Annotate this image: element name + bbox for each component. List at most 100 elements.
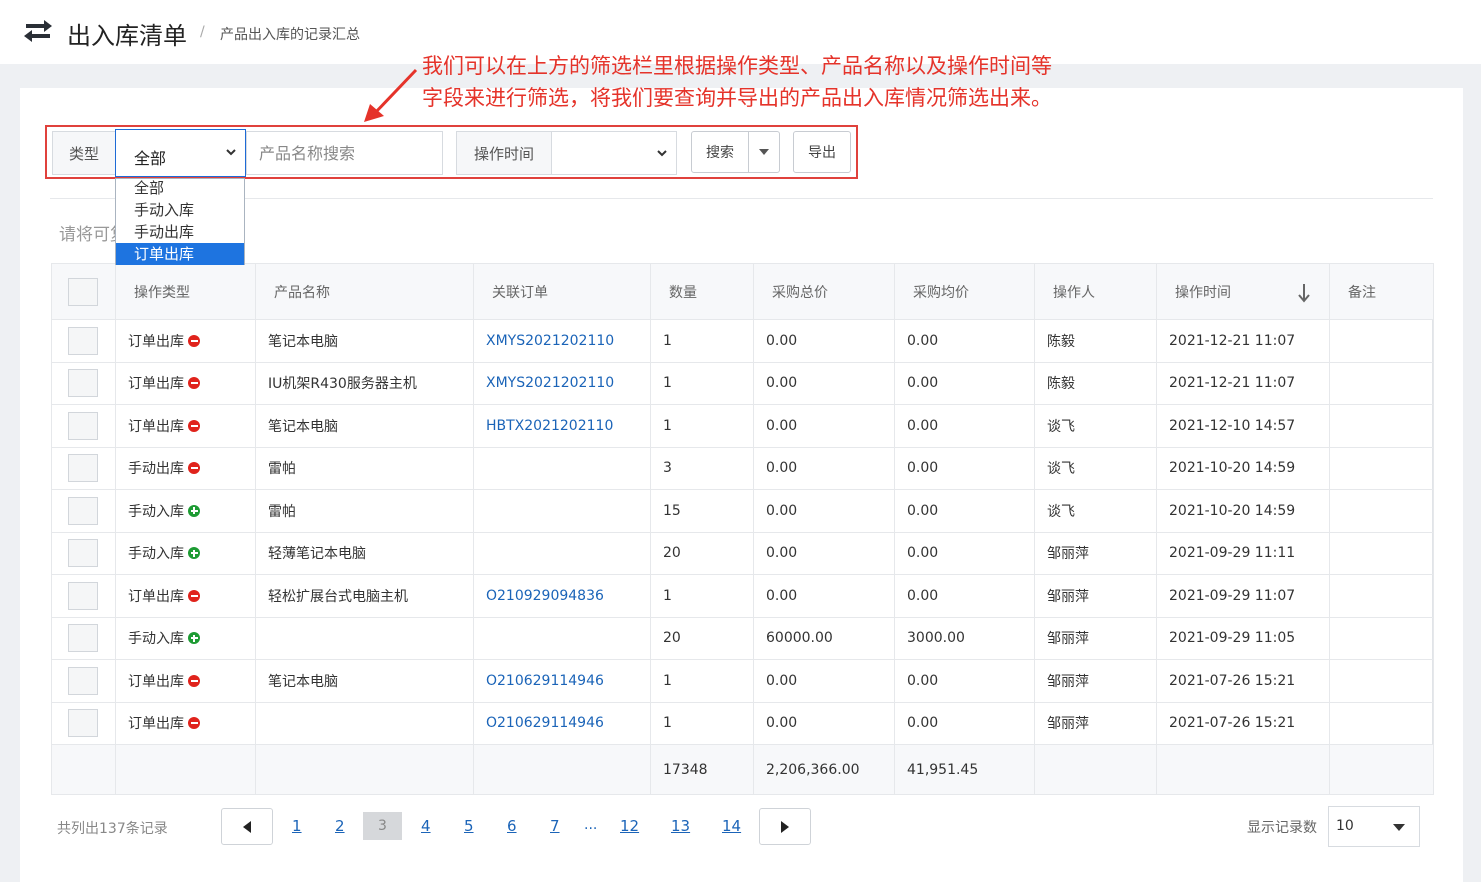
type-option[interactable]: 全部 <box>116 179 244 199</box>
op-type-label: 订单出库 <box>128 716 184 733</box>
qty-cell: 1 <box>650 659 754 703</box>
row-select-cell <box>51 319 116 363</box>
column-header[interactable]: 采购总价 <box>753 263 895 320</box>
op-time-cell: 2021-12-21 11:07 <box>1156 361 1330 405</box>
op-type-label: 手动入库 <box>128 503 184 520</box>
op-type-label: 手动出库 <box>128 461 184 478</box>
page-size-select[interactable]: 10 <box>1328 806 1420 847</box>
totals-row: 17348 2,206,366.00 41,951.45 <box>51 744 1434 795</box>
row-checkbox[interactable] <box>68 411 98 440</box>
total-price-cell: 0.00 <box>753 404 895 448</box>
column-header[interactable]: 产品名称 <box>255 263 474 320</box>
row-select-cell <box>51 361 116 405</box>
column-header[interactable]: 操作人 <box>1034 263 1157 320</box>
avg-price-cell: 0.00 <box>894 659 1035 703</box>
table-row: 订单出库 O210629114946 1 0.00 0.00 邹丽萍 2021-07-26 … <box>51 701 1434 745</box>
order-link[interactable]: XMYS2021202110 <box>486 375 614 391</box>
column-header-sorted[interactable]: 操作时间 <box>1156 263 1330 320</box>
product-name-cell <box>255 701 474 745</box>
page-link[interactable]: 7 <box>550 817 560 835</box>
type-option[interactable]: 手动入库 <box>116 199 244 221</box>
sort-descending-icon[interactable] <box>1297 283 1311 303</box>
row-checkbox[interactable] <box>68 496 98 525</box>
order-link[interactable]: HBTX2021202110 <box>486 418 613 434</box>
minus-circle-icon <box>188 589 200 602</box>
export-button[interactable]: 导出 <box>793 131 851 173</box>
empty-cell <box>1034 744 1157 795</box>
page-link[interactable]: 2 <box>335 817 345 835</box>
page-link[interactable]: 14 <box>722 817 741 835</box>
note-cell <box>1329 574 1434 618</box>
chevron-down-icon <box>226 149 236 156</box>
divider <box>50 198 1433 199</box>
page-link[interactable]: 12 <box>620 817 639 835</box>
row-checkbox[interactable] <box>68 624 98 653</box>
next-page-button[interactable] <box>759 808 811 845</box>
order-link[interactable]: O210629114946 <box>486 673 604 689</box>
order-link[interactable]: O210629114946 <box>486 715 604 731</box>
qty-cell: 20 <box>650 616 754 660</box>
page-link[interactable]: 5 <box>464 817 474 835</box>
prev-page-button[interactable] <box>221 808 273 845</box>
note-cell <box>1329 531 1434 575</box>
product-name-cell: 轻松扩展台式电脑主机 <box>255 574 474 618</box>
operator-cell: 邹丽萍 <box>1034 616 1157 660</box>
total-price-cell: 0.00 <box>753 489 895 533</box>
row-checkbox[interactable] <box>68 326 98 355</box>
row-checkbox[interactable] <box>68 369 98 398</box>
page-size-label: 显示记录数 <box>1247 820 1317 836</box>
empty-cell <box>473 744 651 795</box>
search-button[interactable]: 搜索 <box>691 131 749 173</box>
operator-cell: 邹丽萍 <box>1034 574 1157 618</box>
column-header[interactable]: 采购均价 <box>894 263 1035 320</box>
column-header-label: 操作时间 <box>1175 284 1231 301</box>
operator-cell: 谈飞 <box>1034 446 1157 490</box>
type-option-highlighted[interactable]: 订单出库 <box>116 243 244 265</box>
column-header[interactable]: 关联订单 <box>473 263 651 320</box>
operator-cell: 陈毅 <box>1034 361 1157 405</box>
row-checkbox[interactable] <box>68 709 98 738</box>
order-cell <box>473 616 651 660</box>
time-select[interactable] <box>551 131 677 175</box>
column-header[interactable]: 操作类型 <box>115 263 256 320</box>
column-header[interactable]: 数量 <box>650 263 754 320</box>
row-checkbox[interactable] <box>68 454 98 483</box>
page-ellipsis: ... <box>584 817 598 833</box>
type-select[interactable]: 全部 <box>115 129 246 177</box>
op-type-cell: 手动出库 <box>115 446 256 490</box>
order-link[interactable]: XMYS2021202110 <box>486 333 614 349</box>
chevron-down-icon <box>657 150 667 157</box>
operator-cell: 陈毅 <box>1034 319 1157 363</box>
op-time-cell: 2021-09-29 11:07 <box>1156 574 1330 618</box>
order-cell <box>473 489 651 533</box>
page-link[interactable]: 13 <box>671 817 690 835</box>
order-cell: XMYS2021202110 <box>473 319 651 363</box>
avg-price-cell: 0.00 <box>894 361 1035 405</box>
search-options-toggle[interactable] <box>748 131 780 173</box>
product-name-search-input[interactable] <box>246 131 443 175</box>
total-price-cell: 0.00 <box>753 361 895 405</box>
op-type-cell: 订单出库 <box>115 319 256 363</box>
product-name-cell: 雷帕 <box>255 446 474 490</box>
row-select-cell <box>51 616 116 660</box>
page-link[interactable]: 1 <box>292 817 302 835</box>
operator-cell: 邹丽萍 <box>1034 701 1157 745</box>
qty-cell: 15 <box>650 489 754 533</box>
minus-circle-icon <box>188 419 200 432</box>
row-checkbox[interactable] <box>68 581 98 610</box>
row-checkbox[interactable] <box>68 539 98 568</box>
op-type-label: 订单出库 <box>128 418 184 435</box>
record-count: 共列出137条记录 <box>57 821 168 837</box>
avg-price-cell: 0.00 <box>894 489 1035 533</box>
note-cell <box>1329 701 1434 745</box>
page-link[interactable]: 4 <box>421 817 431 835</box>
type-option[interactable]: 手动出库 <box>116 221 244 243</box>
column-header[interactable]: 备注 <box>1329 263 1434 320</box>
table-row: 订单出库 轻松扩展台式电脑主机 O210929094836 1 0.00 0.00 邹丽萍 2… <box>51 574 1434 618</box>
select-all-checkbox[interactable] <box>68 277 98 306</box>
note-cell <box>1329 659 1434 703</box>
row-select-cell <box>51 489 116 533</box>
order-link[interactable]: O210929094836 <box>486 588 604 604</box>
row-checkbox[interactable] <box>68 666 98 695</box>
page-link[interactable]: 6 <box>507 817 517 835</box>
